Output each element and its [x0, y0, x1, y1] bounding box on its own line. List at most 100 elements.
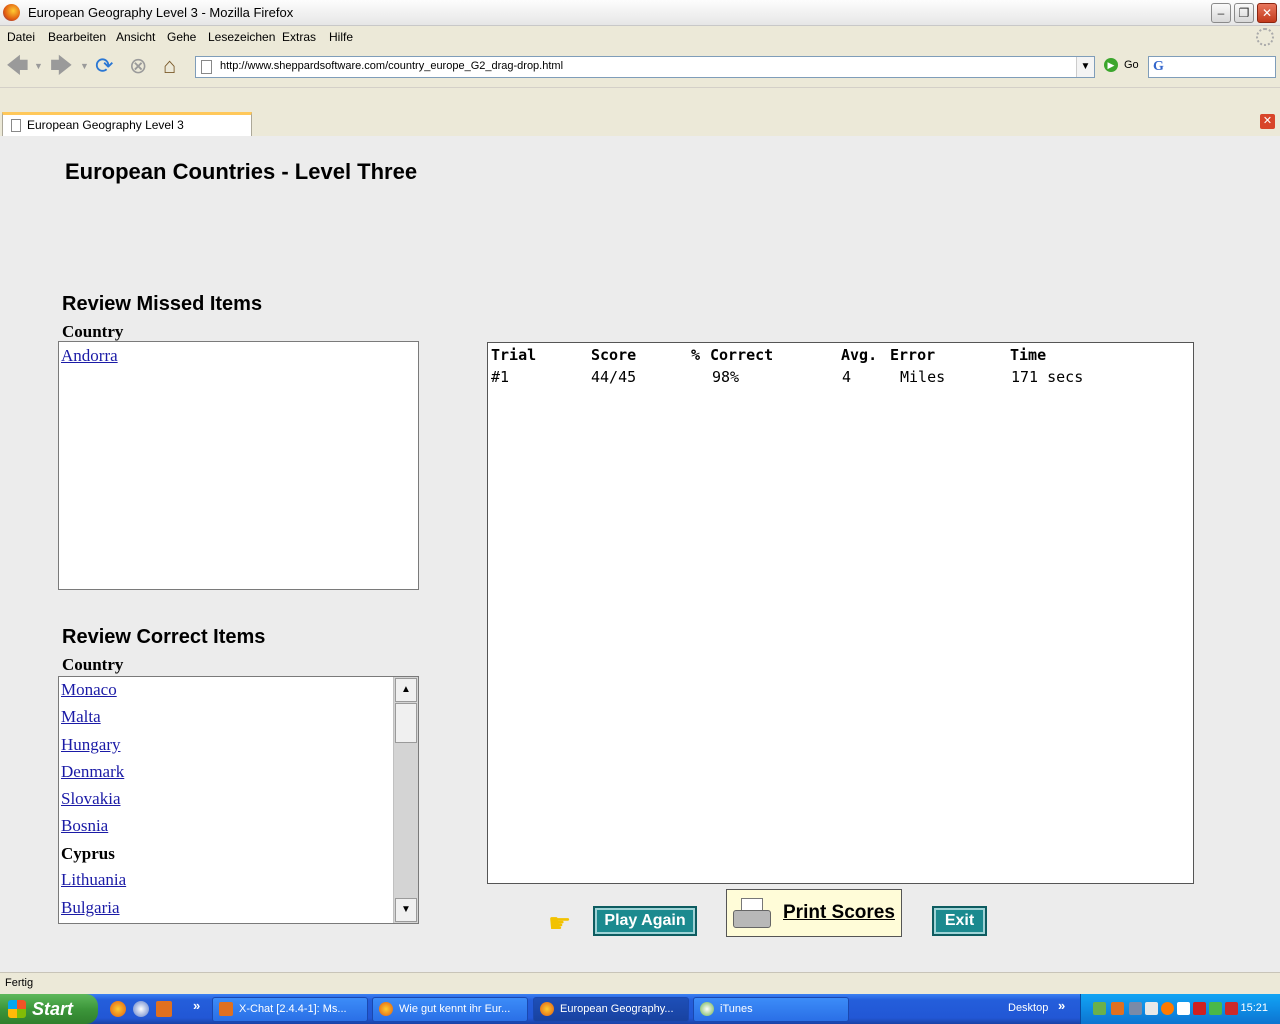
tray-calendar-icon[interactable]	[1177, 1002, 1190, 1015]
stop-icon[interactable]: ⊗	[129, 53, 147, 79]
header-percent: %	[691, 346, 701, 364]
tray-opera-icon[interactable]	[1161, 1002, 1174, 1015]
correct-item-bulgaria[interactable]: Bulgaria	[61, 898, 120, 918]
url-dropdown-icon[interactable]: ▼	[1076, 57, 1094, 77]
tray-volume-icon[interactable]	[1145, 1002, 1158, 1015]
exit-button[interactable]: Exit	[932, 906, 987, 936]
missed-country-header: Country	[62, 322, 124, 341]
tray-ati-icon[interactable]	[1225, 1002, 1238, 1015]
taskbar: Start » X-Chat [2.4.4-1]: Ms... Wie gut …	[0, 994, 1280, 1024]
scroll-thumb[interactable]	[395, 703, 417, 743]
page-icon	[201, 60, 212, 74]
close-tab-icon[interactable]: ✕	[1260, 114, 1275, 129]
menu-gehe[interactable]: Gehe	[167, 30, 196, 44]
tray-xchat-icon[interactable]	[1111, 1002, 1124, 1015]
start-button[interactable]: Start	[0, 994, 98, 1024]
score-table: Trial Score % Correct Avg. Error Time #1…	[487, 342, 1194, 884]
correct-item-bosnia[interactable]: Bosnia	[61, 816, 108, 836]
forward-arrow-icon[interactable]: 🡆	[50, 53, 73, 79]
missed-item-andorra[interactable]: Andorra	[61, 346, 118, 366]
firefox-active-task-icon	[540, 1002, 554, 1016]
missed-items-heading: Review Missed Items	[62, 293, 263, 315]
tray-network-icon[interactable]	[1129, 1002, 1142, 1015]
back-dropdown-icon[interactable]: ▼	[34, 53, 43, 79]
page-title: European Countries - Level Three	[65, 159, 418, 184]
row-avg-error: 4	[842, 368, 852, 386]
reload-icon[interactable]: ⟳	[95, 53, 113, 79]
tab-european-geography[interactable]: European Geography Level 3	[2, 112, 252, 136]
header-score: Score	[591, 346, 637, 364]
correct-item-slovakia[interactable]: Slovakia	[61, 789, 121, 809]
page-content: European Countries - Level Three Review …	[0, 136, 1280, 972]
header-time: Time	[1010, 346, 1047, 364]
itunes-icon	[700, 1002, 714, 1016]
correct-item-malta[interactable]: Malta	[61, 707, 101, 727]
go-arrow-icon: ▶	[1104, 58, 1118, 72]
windows-logo-icon	[8, 1000, 26, 1018]
task-xchat-label: X-Chat [2.4.4-1]: Ms...	[239, 1003, 347, 1015]
header-correct: Correct	[710, 346, 774, 364]
close-window-button[interactable]: ✕	[1257, 3, 1277, 23]
start-label: Start	[32, 999, 74, 1019]
play-again-button[interactable]: Play Again	[593, 906, 697, 936]
xchat-icon	[219, 1002, 233, 1016]
menu-extras[interactable]: Extras	[282, 30, 316, 44]
system-tray: 15:21	[1080, 994, 1280, 1024]
quicklaunch-more-icon[interactable]: »	[193, 998, 200, 1013]
correct-list-scrollbar[interactable]: ▲ ▼	[393, 677, 418, 923]
correct-item-monaco[interactable]: Monaco	[61, 680, 117, 700]
quicklaunch-xchat-icon[interactable]	[156, 1001, 172, 1017]
home-icon[interactable]: ⌂	[163, 53, 176, 79]
quicklaunch-thunderbird-icon[interactable]	[133, 1001, 149, 1017]
url-text: http://www.sheppardsoftware.com/country_…	[220, 60, 564, 72]
row-trial: #1	[491, 368, 510, 386]
minimize-button[interactable]: –	[1211, 3, 1231, 23]
correct-item-cyprus: Cyprus	[61, 844, 115, 863]
task-european-geography[interactable]: European Geography...	[533, 997, 689, 1022]
scroll-up-arrow-icon[interactable]: ▲	[395, 678, 417, 702]
task-xchat[interactable]: X-Chat [2.4.4-1]: Ms...	[212, 997, 368, 1022]
menu-bearbeiten[interactable]: Bearbeiten	[48, 30, 106, 44]
clock: 15:21	[1240, 1002, 1268, 1014]
go-button[interactable]: ▶ Go	[1104, 58, 1139, 72]
task-european-geography-label: European Geography...	[560, 1003, 674, 1015]
menu-datei[interactable]: Datei	[7, 30, 35, 44]
correct-item-lithuania[interactable]: Lithuania	[61, 870, 126, 890]
tab-strip: European Geography Level 3	[0, 87, 1280, 136]
desktop-toolbar-label[interactable]: Desktop	[1008, 1002, 1048, 1014]
throbber-icon	[1256, 28, 1274, 46]
quicklaunch-firefox-icon[interactable]	[110, 1001, 126, 1017]
correct-items-list[interactable]: Monaco Malta Hungary Denmark Slovakia Bo…	[58, 676, 419, 924]
desktop-more-icon[interactable]: »	[1058, 998, 1065, 1013]
address-bar[interactable]: http://www.sheppardsoftware.com/country_…	[195, 56, 1095, 78]
menu-lesezeichen[interactable]: Lesezeichen	[208, 30, 275, 44]
correct-items-heading: Review Correct Items	[62, 626, 266, 648]
correct-item-denmark[interactable]: Denmark	[61, 762, 124, 782]
task-itunes[interactable]: iTunes	[693, 997, 849, 1022]
correct-country-header: Country	[62, 655, 124, 674]
missed-items-list[interactable]: Andorra	[58, 341, 419, 590]
restore-button[interactable]: ❐	[1234, 3, 1254, 23]
header-avg: Avg.	[841, 346, 878, 364]
menu-ansicht[interactable]: Ansicht	[116, 30, 155, 44]
menu-hilfe[interactable]: Hilfe	[329, 30, 353, 44]
search-box[interactable]: G	[1148, 56, 1276, 78]
window-title: European Geography Level 3 - Mozilla Fir…	[28, 5, 294, 20]
task-firefox-quiz-label: Wie gut kennt ihr Eur...	[399, 1003, 511, 1015]
forward-dropdown-icon[interactable]: ▼	[80, 53, 89, 79]
tray-itunes-icon[interactable]	[1093, 1002, 1106, 1015]
scroll-down-arrow-icon[interactable]: ▼	[395, 898, 417, 922]
header-error: Error	[890, 346, 936, 364]
back-arrow-icon[interactable]: 🡄	[6, 53, 29, 79]
status-text: Fertig	[5, 977, 34, 989]
tray-shield-icon[interactable]	[1209, 1002, 1222, 1015]
task-firefox-quiz[interactable]: Wie gut kennt ihr Eur...	[372, 997, 528, 1022]
row-unit: Miles	[900, 368, 946, 386]
go-label: Go	[1124, 58, 1139, 71]
printer-icon	[733, 898, 771, 930]
pointing-hand-icon: ☛	[548, 908, 572, 938]
correct-item-hungary[interactable]: Hungary	[61, 735, 120, 755]
print-scores-label: Print Scores	[783, 902, 895, 923]
print-scores-button[interactable]: Print Scores	[726, 889, 902, 937]
tray-antivirus-icon[interactable]	[1193, 1002, 1206, 1015]
